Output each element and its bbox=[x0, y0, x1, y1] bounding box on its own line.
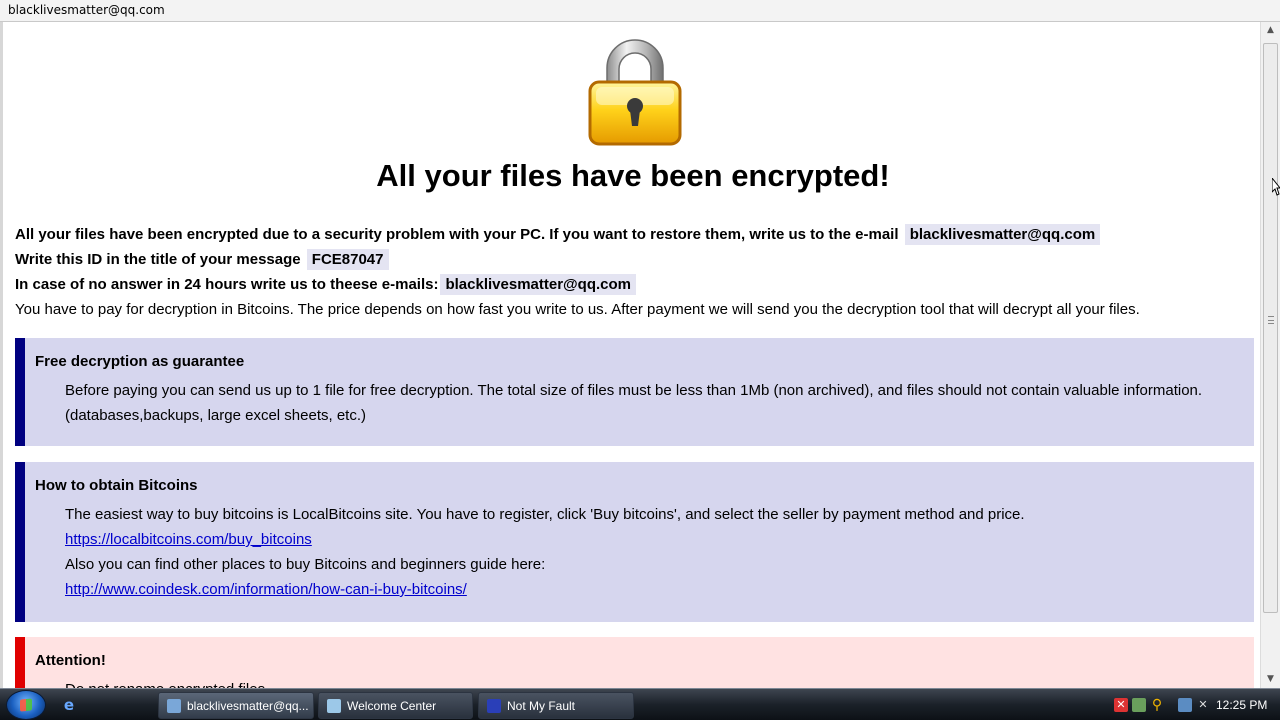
scroll-up-icon[interactable]: ▲ bbox=[1261, 22, 1280, 39]
bitcoins-body: The easiest way to buy bitcoins is Local… bbox=[65, 502, 1214, 602]
free-decryption-title: Free decryption as guarantee bbox=[35, 353, 245, 370]
ransom-intro: All your files have been encrypted due t… bbox=[15, 222, 1255, 322]
welcome-center-icon bbox=[327, 699, 341, 713]
taskbar-label: Not My Fault bbox=[507, 699, 576, 713]
page-content: All your files have been encrypted! All … bbox=[3, 22, 1263, 688]
security-alert-icon[interactable]: ✕ bbox=[1114, 698, 1128, 712]
coindesk-link[interactable]: http://www.coindesk.com/information/how-… bbox=[65, 581, 467, 598]
attention-title: Attention! bbox=[35, 652, 106, 669]
search-icon[interactable]: ⚲ bbox=[1150, 698, 1164, 712]
bitcoins-text-2: Also you can find other places to buy Bi… bbox=[65, 556, 546, 573]
intro-line-payment: You have to pay for decryption in Bitcoi… bbox=[15, 301, 1140, 318]
internet-explorer-icon[interactable]: e bbox=[60, 697, 78, 713]
taskbar-button-notmyfault[interactable]: Not My Fault bbox=[478, 692, 634, 719]
clock[interactable]: 12:25 PM bbox=[1216, 698, 1267, 712]
network-icon[interactable] bbox=[1132, 698, 1146, 712]
free-decryption-box: Free decryption as guarantee Before payi… bbox=[15, 338, 1254, 446]
backup-email: blacklivesmatter@qq.com bbox=[440, 274, 636, 295]
attention-box: Attention! Do not rename encrypted files… bbox=[15, 637, 1254, 688]
mouse-cursor-icon bbox=[1272, 178, 1280, 196]
attention-body: Do not rename encrypted files. bbox=[65, 677, 1214, 688]
free-decryption-text: Before paying you can send us up to 1 fi… bbox=[65, 382, 1203, 424]
attention-text: Do not rename encrypted files. bbox=[65, 677, 1214, 688]
taskbar-button-welcome[interactable]: Welcome Center bbox=[318, 692, 473, 719]
taskbar-button-mail[interactable]: blacklivesmatter@qq... bbox=[158, 692, 314, 719]
volume-muted-icon[interactable]: ✕ bbox=[1196, 698, 1210, 712]
taskbar-label: blacklivesmatter@qq... bbox=[187, 699, 309, 713]
display-icon[interactable] bbox=[1178, 698, 1192, 712]
victim-id: FCE87047 bbox=[306, 249, 389, 270]
bitcoins-text-1: The easiest way to buy bitcoins is Local… bbox=[65, 506, 1025, 523]
browser-window: All your files have been encrypted! All … bbox=[0, 22, 1280, 688]
intro-line-backup: In case of no answer in 24 hours write u… bbox=[15, 272, 1255, 297]
contact-email: blacklivesmatter@qq.com bbox=[904, 224, 1101, 245]
window-title: blacklivesmatter@qq.com bbox=[0, 0, 1280, 22]
bitcoins-box: How to obtain Bitcoins The easiest way t… bbox=[15, 462, 1254, 622]
grip-icon bbox=[1268, 316, 1274, 324]
padlock-icon bbox=[585, 34, 685, 148]
intro-line-email: All your files have been encrypted due t… bbox=[15, 222, 1255, 247]
bitcoins-title: How to obtain Bitcoins bbox=[35, 477, 198, 494]
taskbar-label: Welcome Center bbox=[347, 699, 437, 713]
intro-text-3: In case of no answer in 24 hours write u… bbox=[15, 276, 439, 293]
not-my-fault-icon bbox=[487, 699, 501, 713]
page-title: All your files have been encrypted! bbox=[376, 158, 890, 193]
intro-text-2: Write this ID in the title of your messa… bbox=[15, 251, 301, 268]
start-button[interactable] bbox=[6, 690, 46, 720]
system-tray: ✕ ⚲ ✕ 12:25 PM bbox=[1104, 689, 1280, 721]
free-decryption-body: Before paying you can send us up to 1 fi… bbox=[65, 378, 1214, 428]
intro-text-1: All your files have been encrypted due t… bbox=[15, 226, 899, 243]
vertical-scrollbar[interactable]: ▲ ▼ bbox=[1260, 22, 1280, 688]
localbitcoins-link[interactable]: https://localbitcoins.com/buy_bitcoins bbox=[65, 531, 312, 548]
scroll-thumb[interactable] bbox=[1263, 43, 1278, 613]
taskbar: e blacklivesmatter@qq... Welcome Center … bbox=[0, 688, 1280, 720]
scroll-down-icon[interactable]: ▼ bbox=[1261, 671, 1280, 688]
intro-line-id: Write this ID in the title of your messa… bbox=[15, 247, 1255, 272]
browser-window-icon bbox=[167, 699, 181, 713]
